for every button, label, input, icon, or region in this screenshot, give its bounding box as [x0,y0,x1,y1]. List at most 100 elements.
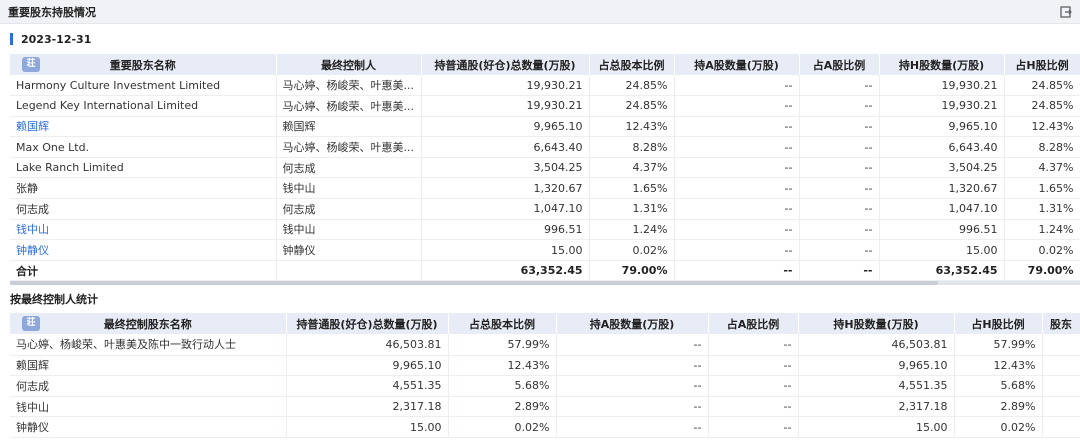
table-cell: 何志成 [10,198,277,220]
table-cell: 996.51 [421,219,590,241]
report-date: 2023-12-31 [21,32,92,46]
table-cell: 钱中山 [276,219,422,241]
section-title: 重要股东持股情况 [8,5,96,19]
table-cell: 12.43% [954,355,1043,377]
table-cell: Lake Ranch Limited [10,157,277,179]
table-cell: 0.02% [954,416,1043,438]
column-header[interactable]: 持普通股(好仓)总数量(万股) [286,313,449,335]
table-row: Lake Ranch Limited 何志成 3,504.25 4.37% -- -- 3,… [10,157,1080,179]
column-header[interactable]: 持A股数量(万股) [556,313,709,335]
table-cell: 赖国辉 [276,116,422,138]
table-cell: -- [799,239,880,261]
table-cell: -- [674,198,800,220]
table-cell: 79.00% [1004,260,1080,282]
table-cell: Legend Key International Limited [10,95,277,117]
table-cell: -- [799,116,880,138]
scrollbar-thumb[interactable] [10,281,938,286]
table-cell: 9,965.10 [421,116,590,138]
table-row: 何志成 何志成 1,047.10 1.31% -- -- 1,047.10 1.31% [10,198,1080,220]
table-cell: -- [556,375,709,397]
column-header[interactable]: 占H股比例 [954,313,1043,335]
report-date-row: 2023-12-31 [0,24,1080,54]
section-header: 重要股东持股情况 [0,0,1080,24]
table-cell: 24.85% [589,95,675,117]
table-cell[interactable]: 赖国辉 [10,116,277,138]
table-cell: 钱中山 [276,177,422,200]
table-cell: -- [708,416,799,438]
table-cell: 15.00 [286,416,449,438]
table-cell: -- [799,75,880,97]
column-header[interactable]: 荘最终控制股东名称 [10,313,287,335]
table-cell: -- [674,239,800,261]
table-row: Legend Key International Limited 马心婷、杨峻荣、… [10,95,1080,117]
table-cell: 15.00 [879,239,1005,261]
table-cell: 19,930.21 [879,75,1005,97]
table-cell: 46,503.81 [798,334,955,356]
column-header[interactable]: 持A股数量(万股) [674,54,800,75]
column-header[interactable]: 占总股本比例 [448,313,557,335]
table-cell: -- [799,198,880,220]
table-cell: 1.24% [589,219,675,241]
table-row: Harmony Culture Investment Limited 马心婷、杨峻… [10,75,1080,97]
table-cell: 12.43% [589,116,675,138]
table-cell: 46,503.81 [286,334,449,356]
table-row: 马心婷、杨峻荣、叶惠美及陈中一致行动人士 46,503.81 57.99% -- -- 4… [10,334,1080,356]
column-header[interactable]: 占H股比例 [1004,54,1080,75]
table-cell [1042,375,1080,397]
table-row: 赖国辉 9,965.10 12.43% -- -- 9,965.10 12.43% [10,355,1080,377]
column-header[interactable]: 荘重要股东名称 [10,54,277,75]
table-cell: 何志成 [276,198,422,220]
table-cell: -- [708,355,799,377]
table-cell: 赖国辉 [10,355,287,377]
table-cell: 3,504.25 [421,157,590,179]
table-cell: 1.31% [1004,198,1080,220]
sort-badge-icon[interactable]: 荘 [22,316,40,332]
table-cell: 钟静仪 [276,239,422,261]
table-cell[interactable]: 钟静仪 [10,239,277,261]
column-header[interactable]: 占A股比例 [799,54,880,75]
table-cell: 24.85% [589,75,675,97]
table-cell: 3,504.25 [879,157,1005,179]
table-cell [1042,334,1080,356]
sort-badge-icon[interactable]: 荘 [22,57,40,72]
table-cell: -- [799,260,880,282]
table-cell: -- [674,116,800,138]
table-cell: -- [556,416,709,438]
table-row: 何志成 4,551.35 5.68% -- -- 4,551.35 5.68% [10,375,1080,397]
table-cell: -- [708,396,799,418]
table-cell: 张静 [10,177,277,200]
column-header[interactable]: 持H股数量(万股) [879,54,1005,75]
table-cell: -- [674,177,800,200]
table-cell: 8.28% [1004,136,1080,158]
table-cell: 79.00% [589,260,675,282]
table-row: 钱中山 2,317.18 2.89% -- -- 2,317.18 2.89% [10,396,1080,418]
table-cell: 4.37% [589,157,675,179]
table-cell: 1,320.67 [879,177,1005,200]
table-cell: 何志成 [10,375,287,397]
table-cell: 5.68% [954,375,1043,397]
table-cell: 24.85% [1004,75,1080,97]
column-header[interactable]: 持H股数量(万股) [798,313,955,335]
table-cell: 0.02% [448,416,557,438]
table-cell: Harmony Culture Investment Limited [10,75,277,97]
table-cell: 何志成 [276,157,422,179]
table-cell: 钟静仪 [10,416,287,438]
column-header[interactable]: 持普通股(好仓)总数量(万股) [421,54,590,75]
table-cell[interactable]: 钱中山 [10,219,277,241]
column-header[interactable]: 最终控制人 [276,54,422,75]
shareholders-table: 荘重要股东名称 最终控制人 持普通股(好仓)总数量(万股) 占总股本比例 持A股数量(万… [10,54,1080,282]
column-header[interactable]: 股东 [1042,313,1080,335]
table-cell: -- [674,219,800,241]
table-row: 张静 钱中山 1,320.67 1.65% -- -- 1,320.67 1.65% [10,177,1080,200]
table-cell: 1,047.10 [879,198,1005,220]
export-icon[interactable] [1060,6,1072,18]
table-cell: 19,930.21 [421,95,590,117]
table-cell [1042,355,1080,377]
horizontal-scrollbar[interactable] [10,281,1080,286]
column-header[interactable]: 占A股比例 [708,313,799,335]
table-cell: 2,317.18 [798,396,955,418]
table-cell: 2.89% [954,396,1043,418]
table-cell: 合计 [10,260,277,282]
table-cell: 4,551.35 [286,375,449,397]
column-header[interactable]: 占总股本比例 [589,54,675,75]
